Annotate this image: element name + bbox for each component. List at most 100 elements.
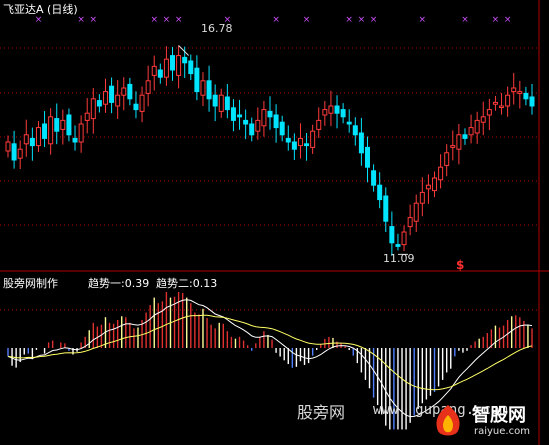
marker-cross: × [504,15,512,25]
candle-body [237,114,243,118]
candle-body [29,137,35,147]
marker-cross: × [150,15,158,25]
candle-body [5,141,11,152]
stock-title: 飞亚达A (日线) [3,3,78,16]
candle-body [371,170,377,186]
candle-body [78,123,84,143]
indicator-title: 股旁网制作 [3,277,58,290]
trend1-label: 趋势一:0.39 [88,277,150,290]
candle-body [517,91,523,94]
candle-body [194,67,200,93]
candle-body [145,80,151,94]
candle-body [419,191,425,204]
candle-body [486,109,492,116]
candle-body [139,94,145,112]
candle-body [425,184,431,190]
candle-body [346,121,352,125]
chart-canvas: × × × × × × × × × × × × × × × × [0,0,549,445]
marker-cross: × [370,15,378,25]
candle-body [66,114,72,136]
watermark-text: 股旁网 [297,403,346,422]
candle-body [243,119,249,125]
marker-cross: × [77,15,85,25]
candle-body [316,119,322,130]
candle-body [35,127,41,147]
candle-body [48,116,54,145]
candle-body [389,226,395,244]
marker-cross: × [163,15,171,25]
candle-body [456,134,462,150]
candle-body [511,87,517,93]
candle-body [340,109,346,118]
brand-url: raiyue.com [474,426,530,437]
candle-body [523,92,529,100]
candle-body [505,94,511,107]
candle-body [23,134,29,145]
candle-body [72,137,78,143]
candle-body [291,141,297,150]
marker-cross: × [419,15,427,25]
trend1-line [7,299,533,418]
candle-body [310,130,316,148]
candle-body [90,98,96,120]
candle-body [480,116,486,123]
candle-body [176,55,182,76]
candle-body [54,118,60,132]
candle-body [383,195,389,222]
candle-body [297,137,303,147]
candle-body [358,132,364,154]
candle-body [200,80,206,96]
candle-body [96,100,102,107]
marker-cross: × [358,15,366,25]
marker-cross: × [272,15,280,25]
candle-body [377,184,383,201]
candle-body [163,58,169,78]
candle-body [474,119,480,134]
candle-body [267,110,273,118]
trend2-label: 趋势二:0.13 [156,277,218,290]
high-pointer [178,45,189,56]
candle-body [133,103,139,111]
marker-cross: × [492,15,500,25]
brand-logo-icon [436,405,460,436]
candle-body [450,145,456,148]
candle-body [468,127,474,136]
low-price-label: 11.09 [383,252,415,265]
candle-body [17,148,23,159]
signal-mark: $ [456,258,465,272]
candle-body [224,96,230,111]
candle-body [328,105,334,114]
candle-body [249,123,255,136]
brand-name: 智股网 [472,405,526,426]
candle-body [212,94,218,107]
candle-body [462,134,468,139]
marker-cross: × [345,15,353,25]
candle-body [322,109,328,116]
trend2-line [7,314,533,391]
candle-body [84,112,90,121]
candle-body [492,101,498,105]
candle-body [499,105,505,108]
candle-body [529,96,535,107]
candle-body [60,119,66,130]
candle-body [188,60,194,75]
marker-cross: × [175,15,183,25]
candle-body [230,107,236,121]
candle-body [444,152,450,166]
candle-body [407,217,413,228]
candle-body [102,91,108,105]
candle-body [151,65,157,76]
candle-body [285,137,291,143]
candle-body [304,143,310,147]
candle-body [261,109,267,127]
candle-body [218,94,224,112]
candle-body [115,94,121,107]
candle-body [127,83,133,100]
marker-cross: × [303,15,311,25]
candle-body [182,56,188,64]
candle-body [395,244,401,247]
marker-cross: × [90,15,98,25]
candle-body [157,69,163,78]
high-price-label: 16.78 [201,22,233,35]
candle-body [121,87,127,96]
